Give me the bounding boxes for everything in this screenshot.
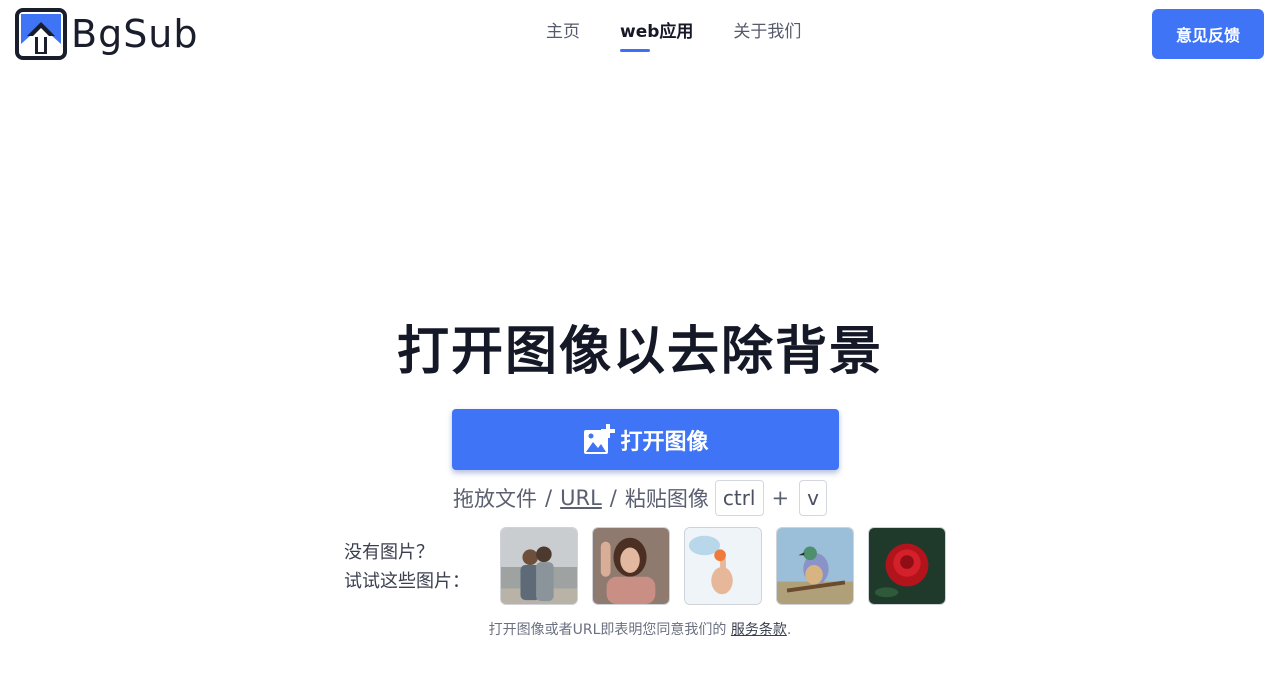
sample-image-hand[interactable] (684, 527, 762, 605)
open-image-button[interactable]: 打开图像 (452, 409, 839, 470)
feedback-button[interactable]: 意见反馈 (1152, 9, 1264, 59)
terms-text: 打开图像或者URL即表明您同意我们的 (488, 622, 727, 638)
add-image-icon (584, 423, 616, 454)
sample-image-woman[interactable] (592, 527, 670, 605)
separator: / (545, 486, 553, 510)
key-v: v (799, 480, 827, 516)
samples-prompt: 没有图片？ 试试这些图片： (344, 538, 470, 596)
bird-image (777, 528, 853, 604)
rose-image (869, 528, 945, 604)
logo[interactable]: BgSub (15, 8, 199, 60)
header: BgSub 主页 web应用 关于我们 意见反馈 (0, 0, 1280, 68)
hand-object-image (685, 528, 761, 604)
woman-portrait-image (593, 528, 669, 604)
page-title: 打开图像以去除背景 (396, 322, 883, 382)
main-nav: 主页 web应用 关于我们 (546, 20, 841, 52)
open-image-label: 打开图像 (620, 429, 709, 455)
sample-image-couple[interactable] (500, 527, 578, 605)
sample-image-rose[interactable] (868, 527, 946, 605)
couple-photo-image (501, 528, 577, 604)
logo-text: BgSub (71, 12, 199, 56)
url-link[interactable]: URL (560, 486, 602, 510)
terms-notice: 打开图像或者URL即表明您同意我们的 服务条款. (0, 619, 1280, 639)
plus-sign: + (771, 486, 790, 510)
samples-line-2: 试试这些图片： (344, 571, 470, 592)
page: BgSub 主页 web应用 关于我们 意见反馈 打开图像以去除背景 打开图像 … (0, 0, 1280, 687)
sample-image-bird[interactable] (776, 527, 854, 605)
drag-drop-text: 拖放文件 (453, 487, 538, 511)
logo-icon (15, 8, 67, 60)
nav-item-about[interactable]: 关于我们 (733, 20, 801, 44)
terms-end: . (786, 622, 792, 638)
upload-hint: 拖放文件 / URL / 粘贴图像 ctrl + v (0, 480, 1280, 516)
key-ctrl: ctrl (714, 480, 764, 516)
samples-line-1: 没有图片？ (344, 542, 434, 563)
sample-images (500, 527, 960, 605)
nav-item-web-app[interactable]: web应用 (620, 20, 693, 52)
nav-item-home[interactable]: 主页 (546, 20, 580, 44)
paste-text: 粘贴图像 (624, 487, 709, 511)
separator: / (609, 486, 617, 510)
terms-of-service-link[interactable]: 服务条款 (731, 622, 787, 638)
